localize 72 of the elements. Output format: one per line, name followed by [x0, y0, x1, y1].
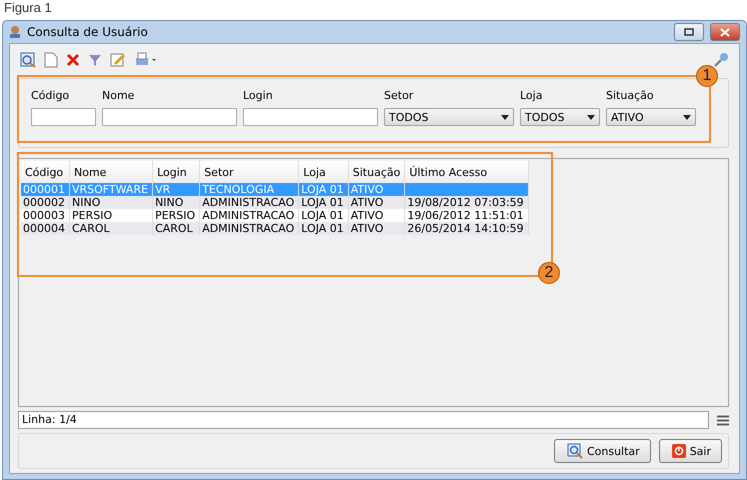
- power-icon: [672, 444, 686, 458]
- field-label: Setor: [384, 89, 414, 102]
- close-icon: [720, 28, 730, 36]
- table-cell: LOJA 01: [301, 222, 344, 235]
- search-icon: [566, 443, 583, 459]
- table-cell: ATIVO: [350, 222, 384, 235]
- table-cell: 000003: [23, 209, 65, 222]
- restore-icon: [684, 28, 694, 36]
- table-row[interactable]: 000002 NINO NINO ADMINISTRACAO LOJA 01 ATIVO 19/08/2012 07:03:59: [21, 196, 528, 209]
- table-cell: ATIVO: [350, 196, 384, 209]
- dropdown[interactable]: ATIVO: [606, 108, 696, 126]
- caret-icon: [683, 114, 691, 120]
- table-cell: PERSIO: [72, 209, 112, 222]
- text-field[interactable]: [243, 108, 378, 126]
- table-cell: 19/06/2012 11:51:01: [407, 209, 524, 222]
- table-cell: CAROL: [155, 222, 193, 235]
- table-row[interactable]: 000004 CAROL CAROL ADMINISTRACAO LOJA 01 ATIVO 26/05/2014 14:10:59: [21, 222, 528, 235]
- table-cell: LOJA 01: [301, 183, 344, 196]
- table-cell: ATIVO: [350, 209, 384, 222]
- window-title: Consulta de Usuário: [27, 25, 149, 39]
- filter-icon[interactable]: [88, 53, 102, 67]
- table-cell: ADMINISTRACAO: [202, 222, 294, 235]
- column-header[interactable]: Loja: [298, 161, 348, 183]
- exit-button[interactable]: Sair: [658, 439, 722, 463]
- table-cell: 000002: [23, 196, 65, 209]
- table-row[interactable]: 000003 PERSIO PERSIO ADMINISTRACAO LOJA 01 ATIVO 19/06/2012 11:51:01: [21, 209, 528, 222]
- field-label: Nome: [102, 89, 136, 102]
- key-icon[interactable]: [713, 52, 729, 68]
- table-cell: ADMINISTRACAO: [202, 196, 294, 209]
- table-cell: TECNOLOGIA: [202, 183, 274, 196]
- close-button[interactable]: [710, 23, 740, 41]
- table-cell: 000001: [23, 183, 65, 196]
- text-field[interactable]: [102, 108, 237, 126]
- edit-icon[interactable]: [110, 52, 126, 68]
- field-label: Login: [243, 89, 274, 102]
- menu-icon[interactable]: [717, 414, 729, 426]
- table-cell: VRSOFTWARE: [72, 183, 148, 196]
- table-cell: VR: [155, 183, 170, 196]
- user-icon: [9, 25, 21, 39]
- search-button[interactable]: Consultar: [554, 439, 651, 463]
- status-bar: Linha: 1/4: [18, 411, 709, 429]
- new-document-icon[interactable]: [44, 52, 58, 68]
- caret-icon: [587, 114, 595, 120]
- table-cell: PERSIO: [155, 209, 196, 222]
- table-cell: ADMINISTRACAO: [202, 209, 294, 222]
- column-header[interactable]: Login: [152, 161, 200, 183]
- table-cell: NINO: [155, 196, 184, 209]
- table-cell: 26/05/2014 14:10:59: [407, 222, 524, 235]
- table-cell: CAROL: [72, 222, 110, 235]
- field-label: Situação: [606, 89, 655, 102]
- text-field[interactable]: [31, 108, 96, 126]
- table-cell: 19/08/2012 07:03:59: [407, 196, 524, 209]
- dropdown[interactable]: TODOS: [520, 108, 600, 126]
- delete-icon[interactable]: [66, 53, 80, 67]
- column-header[interactable]: Setor: [200, 161, 299, 183]
- table-cell: 000004: [23, 222, 65, 235]
- column-header[interactable]: Nome: [70, 161, 153, 183]
- table-cell: LOJA 01: [301, 209, 344, 222]
- figure-caption: Figura 1: [3, 0, 53, 17]
- caret-icon: [501, 114, 509, 120]
- field-label: Loja: [520, 89, 544, 102]
- column-header[interactable]: Último Acesso: [404, 161, 528, 183]
- search-icon[interactable]: [20, 52, 36, 68]
- dropdown[interactable]: TODOS: [384, 108, 514, 126]
- field-label: Código: [31, 89, 70, 102]
- table-cell: NINO: [72, 196, 100, 209]
- column-header[interactable]: Código: [21, 161, 70, 183]
- table-cell: ATIVO: [350, 183, 384, 196]
- restore-button[interactable]: [674, 23, 704, 41]
- printer-icon[interactable]: [134, 52, 156, 68]
- table-cell: LOJA 01: [301, 196, 344, 209]
- column-header[interactable]: Situação: [348, 161, 405, 183]
